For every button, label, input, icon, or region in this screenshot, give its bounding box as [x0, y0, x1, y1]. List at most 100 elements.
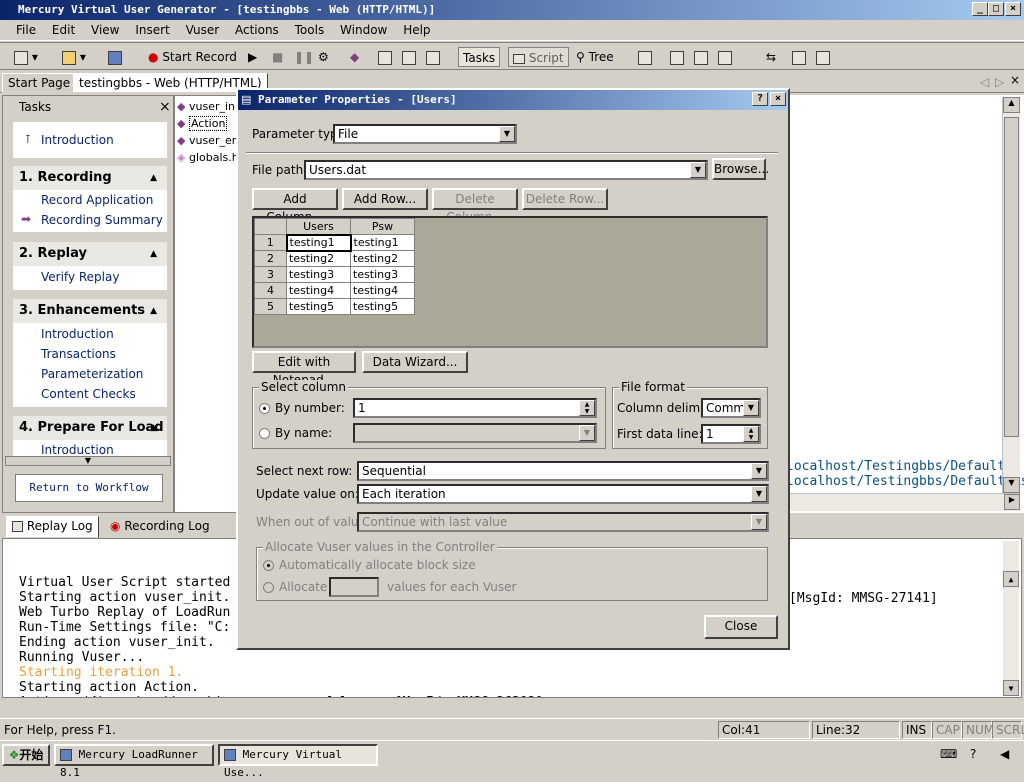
section-prepare-load[interactable]: 4. Prepare For Load ▲	[13, 416, 167, 440]
tab-close-icon[interactable]: ×	[1010, 73, 1020, 87]
gear-icon[interactable]: ⚙	[318, 47, 329, 67]
menu-edit[interactable]: Edit	[46, 20, 81, 40]
breakpoint-icon[interactable]	[402, 47, 416, 67]
sync-icon[interactable]: ⇆	[766, 47, 776, 67]
table-cell[interactable]: testing5	[286, 298, 351, 315]
menu-actions[interactable]: Actions	[229, 20, 285, 40]
row-number[interactable]: 3	[254, 266, 287, 283]
menu-tools[interactable]: Tools	[289, 20, 331, 40]
horizontal-scrollbar[interactable]: ▶	[786, 493, 1020, 511]
table-cell[interactable]: testing4	[350, 282, 415, 299]
new-icon[interactable]: ▾	[14, 47, 38, 67]
bookmark-icon[interactable]	[426, 47, 440, 67]
scroll-up-icon[interactable]: ▲	[1003, 97, 1020, 113]
update-value-select[interactable]: Each iteration ▼	[357, 484, 769, 504]
tasks-scroll-down-icon[interactable]: ▼	[5, 456, 171, 466]
task-intro[interactable]: Introduction	[41, 133, 114, 147]
data-wizard-button[interactable]: Data Wizard...	[362, 351, 468, 373]
task-content-checks[interactable]: Content Checks	[41, 387, 136, 401]
select-next-row-select[interactable]: Sequential ▼	[357, 461, 769, 481]
row-number[interactable]: 2	[254, 250, 287, 267]
play-icon[interactable]: ▶	[248, 47, 257, 67]
layout2-icon[interactable]	[694, 47, 708, 67]
start-button[interactable]: ❖开始	[2, 744, 50, 766]
add-row-button[interactable]: Add Row...	[342, 188, 428, 210]
scroll-down-icon[interactable]: ▼	[1003, 680, 1019, 696]
task-recording-summary[interactable]: Recording Summary	[41, 213, 163, 227]
task-enh-introduction[interactable]: Introduction	[41, 327, 114, 341]
keyboard-icon[interactable]: ⌨	[940, 747, 957, 761]
tree-view-button[interactable]: ⚲ Tree	[576, 47, 614, 67]
layout1-icon[interactable]	[670, 47, 684, 67]
minimize-button[interactable]: _	[972, 2, 988, 16]
tab-recording-log[interactable]: ◉ Recording Log	[104, 516, 216, 538]
table-cell[interactable]: testing2	[350, 250, 415, 267]
row-number[interactable]: 4	[254, 282, 287, 299]
allocate-count-field[interactable]	[329, 577, 379, 597]
by-number-radio[interactable]: By number:	[259, 401, 345, 415]
column-name-select[interactable]: ▼	[353, 423, 597, 443]
task-verify-replay[interactable]: Verify Replay	[41, 270, 119, 284]
maximize-button[interactable]: □	[988, 2, 1004, 16]
tab-start-page[interactable]: Start Page	[2, 73, 77, 93]
close-button[interactable]: Close	[704, 615, 778, 639]
out-of-values-select[interactable]: Continue with last value ▼	[357, 512, 769, 532]
column-delimiter-select[interactable]: Comma ▼	[701, 398, 761, 418]
edit-with-notepad-button[interactable]: Edit with Notepad...	[252, 351, 356, 387]
table-cell[interactable]: testing1	[285, 233, 352, 252]
stop-icon[interactable]: ■	[272, 47, 283, 67]
row-number[interactable]: 1	[254, 234, 287, 251]
taskbar-item-vugen[interactable]: Mercury Virtual Use...	[218, 744, 378, 779]
menu-vuser[interactable]: Vuser	[180, 20, 226, 40]
return-to-workflow-button[interactable]: Return to Workflow	[15, 474, 163, 502]
tree-item-vuser-init[interactable]: ◆ vuser_ini	[177, 100, 238, 113]
auto-allocate-radio[interactable]: Automatically allocate block size	[263, 558, 476, 572]
task-load-introduction[interactable]: Introduction	[41, 443, 114, 456]
help-tray-icon[interactable]: ?	[970, 747, 976, 761]
delete-row-button[interactable]: Delete Row...	[522, 188, 608, 210]
start-record-button[interactable]: ● Start Record	[148, 47, 237, 67]
help-button[interactable]: ?	[752, 92, 768, 106]
menu-window[interactable]: Window	[334, 20, 393, 40]
parameter-data-grid[interactable]: Users Psw 1 testing1 testing1 2 testing2 tes…	[252, 216, 768, 348]
compare-icon[interactable]	[792, 47, 806, 67]
table-cell[interactable]: testing5	[350, 298, 415, 315]
tree-item-globals[interactable]: ◈ globals.h	[177, 151, 239, 164]
allocate-radio[interactable]: Allocate	[263, 580, 327, 594]
save-icon[interactable]	[108, 47, 122, 67]
menu-file[interactable]: File	[10, 20, 42, 40]
menu-help[interactable]: Help	[397, 20, 436, 40]
tab-scroll-right-icon[interactable]: ▷	[995, 75, 1004, 89]
log-vertical-scrollbar[interactable]: ▲ ▼	[1003, 541, 1019, 696]
task-transactions[interactable]: Transactions	[41, 347, 116, 361]
by-name-radio[interactable]: By name:	[259, 426, 332, 440]
column-number-spinner[interactable]: 1 ▲ ▼	[353, 398, 597, 418]
section-replay[interactable]: 2. Replay ▲	[13, 242, 167, 266]
results-icon[interactable]	[638, 47, 652, 67]
section-enhancements[interactable]: 3. Enhancements ▲	[13, 299, 167, 323]
param-type-select[interactable]: File ▼	[333, 124, 517, 144]
column-header-psw[interactable]: Psw	[350, 218, 415, 235]
vertical-scrollbar[interactable]: ▲ ▼	[1002, 97, 1020, 493]
section-recording[interactable]: 1. Recording ▲	[13, 166, 167, 190]
row-number[interactable]: 5	[254, 298, 287, 315]
table-cell[interactable]: testing3	[286, 266, 351, 283]
column-header-users[interactable]: Users	[286, 218, 351, 235]
layout3-icon[interactable]	[718, 47, 732, 67]
export-icon[interactable]	[816, 47, 830, 67]
compile-icon[interactable]: ◆	[350, 47, 359, 67]
scroll-up-icon[interactable]: ▲	[1003, 571, 1019, 587]
tree-item-action[interactable]: ◆ Action	[177, 116, 228, 131]
tasks-close-icon[interactable]: ×	[159, 99, 171, 115]
file-path-combo[interactable]: Users.dat ▼	[304, 160, 708, 180]
table-cell[interactable]: testing3	[350, 266, 415, 283]
menu-insert[interactable]: Insert	[129, 20, 175, 40]
scroll-right-icon[interactable]: ▶	[1004, 494, 1020, 510]
scroll-thumb[interactable]	[1004, 117, 1019, 437]
pause-icon[interactable]: ❚❚	[294, 47, 314, 67]
volume-icon[interactable]: ◀	[1000, 747, 1009, 761]
tab-scroll-left-icon[interactable]: ◁	[980, 75, 989, 89]
close-window-button[interactable]: ×	[1005, 2, 1021, 16]
add-column-button[interactable]: Add Column...	[252, 188, 338, 224]
table-cell[interactable]: testing4	[286, 282, 351, 299]
